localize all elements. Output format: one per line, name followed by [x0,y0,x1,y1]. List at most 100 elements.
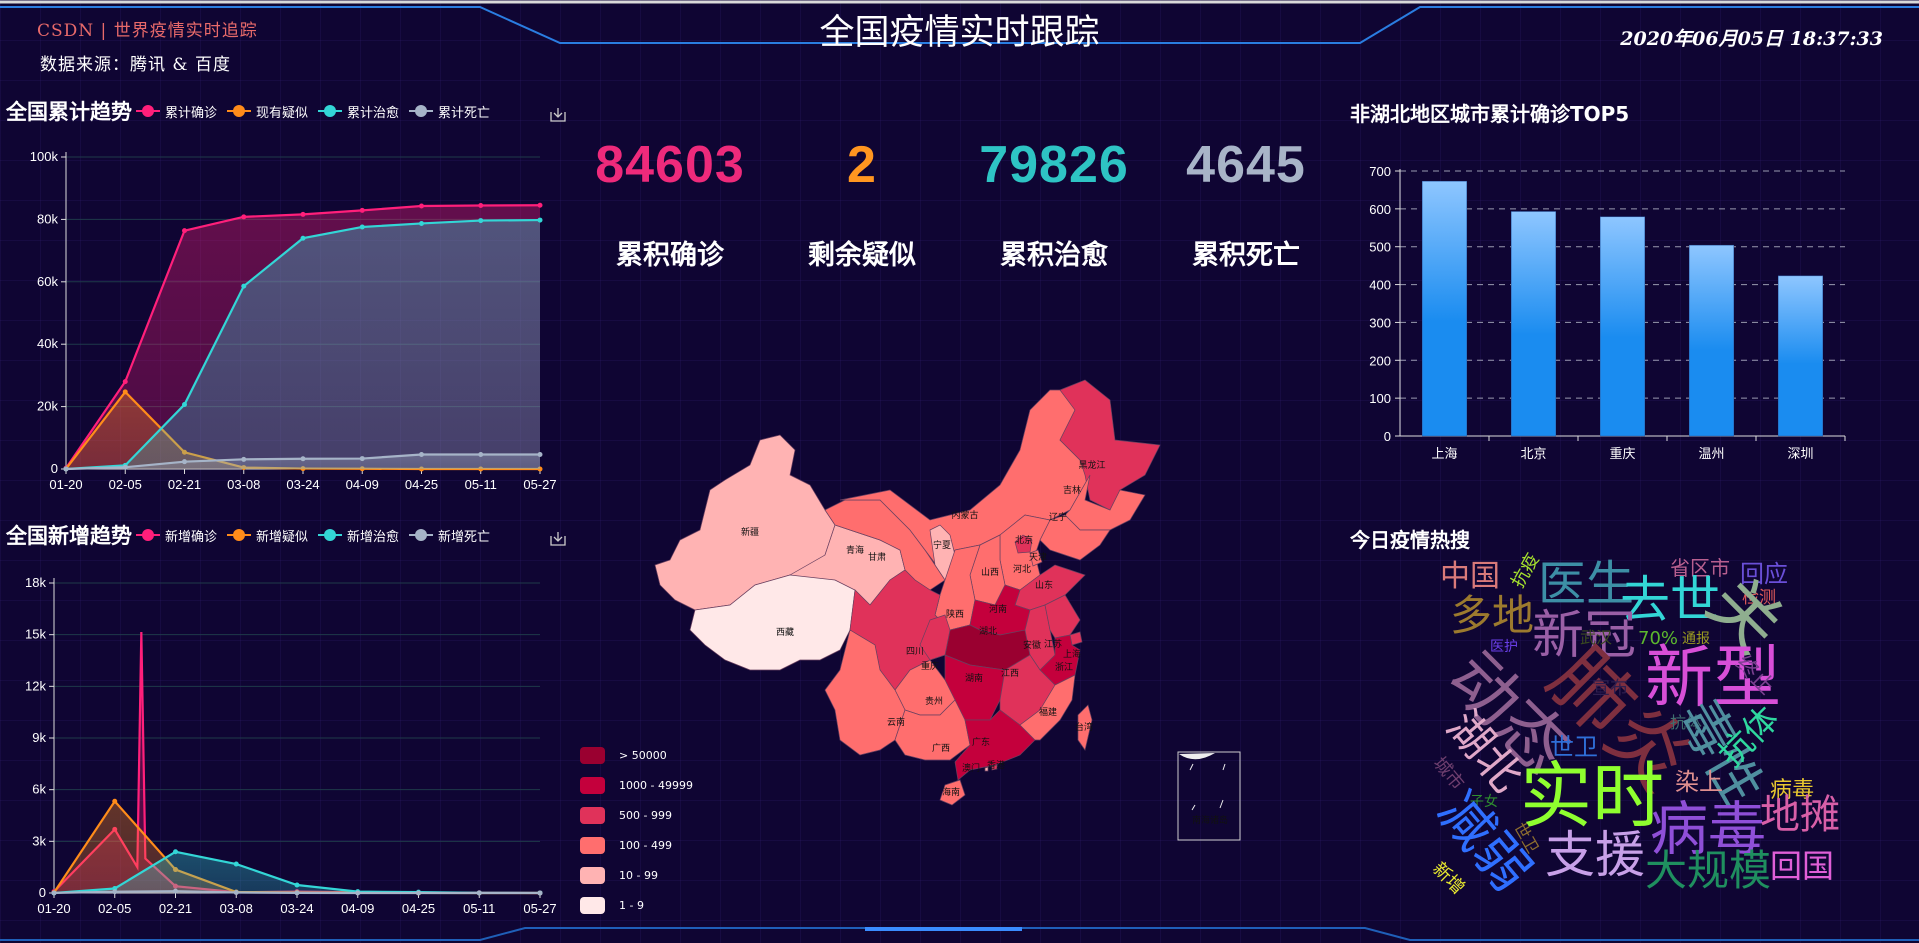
cumulative-panel-title: 全国累计趋势 [6,100,132,124]
legend-item-new-suspect[interactable]: 新增疑似 [227,526,308,545]
data-point[interactable] [122,379,128,385]
data-point[interactable] [300,235,306,241]
legend-item-suspect[interactable]: 现有疑似 [227,102,308,121]
save-as-image-icon[interactable] [550,106,566,122]
legend-range-item[interactable]: 1000 - 49999 [580,770,693,800]
wordcloud-word[interactable]: 多地 [1450,595,1534,637]
y-tick-label: 18k [25,575,46,590]
province-label: 内蒙古 [951,509,978,521]
x-tick-label: 04-09 [346,477,379,492]
x-tick-label: 05-11 [465,477,497,492]
data-point[interactable] [51,890,57,896]
data-point[interactable] [359,207,365,213]
province-label: 台湾 [1075,721,1093,733]
bar[interactable] [1689,244,1734,437]
legend-range-item[interactable]: > 50000 [580,740,693,770]
legend-symbol [318,105,343,117]
wordcloud-word[interactable]: 宣布 [1592,680,1628,698]
province-label: 新疆 [741,526,759,538]
save-as-image-icon[interactable] [550,530,566,546]
data-point[interactable] [537,217,543,223]
province-label: 香港 [987,759,1005,771]
data-point[interactable] [112,889,118,895]
data-point[interactable] [419,220,424,226]
wordcloud-word[interactable]: 回国 [1770,850,1834,882]
stat-value: 84603 [595,136,745,194]
data-point[interactable] [478,452,484,458]
legend-range-label: 1000 - 49999 [619,778,693,792]
x-tick-label: 03-24 [286,477,319,492]
legend-symbol [136,105,160,117]
y-tick-label: 60k [37,274,58,289]
legend-item-dead[interactable]: 累计死亡 [409,102,490,121]
wordcloud-word[interactable]: 实时 [1520,760,1664,832]
legend-item-heal[interactable]: 累计治愈 [318,102,399,121]
data-point[interactable] [355,890,361,896]
legend-item-new-confirm[interactable]: 新增确诊 [136,526,217,545]
legend-item-new-heal[interactable]: 新增治愈 [318,526,399,545]
data-point[interactable] [537,452,543,458]
data-point[interactable] [294,882,300,888]
province-label: 河北 [1013,563,1031,575]
data-point[interactable] [122,464,128,470]
legend-range-item[interactable]: 500 - 999 [580,800,693,830]
data-point[interactable] [416,890,421,896]
data-point[interactable] [478,202,484,208]
data-point[interactable] [300,456,306,462]
wordcloud-word[interactable]: 地摊 [1760,795,1840,835]
data-point[interactable] [419,452,424,458]
bar[interactable] [1600,216,1645,437]
data-point[interactable] [233,890,239,896]
x-tick-label: 温州 [1698,446,1724,461]
province-label: 澳门 [962,762,980,774]
legend-item-confirm[interactable]: 累计确诊 [136,102,217,121]
stat-label: 累积确诊 [616,240,724,271]
bar[interactable] [1511,211,1556,437]
legend-label: 新增死亡 [438,529,491,545]
data-point[interactable] [300,211,306,217]
data-point[interactable] [359,224,365,230]
daily-panel-title: 全国新增趋势 [6,524,132,548]
data-point[interactable] [478,218,484,224]
legend-item-new-dead[interactable]: 新增死亡 [409,526,490,545]
color-swatch [580,746,605,764]
data-point[interactable] [182,402,187,408]
data-point[interactable] [419,203,424,209]
data-point[interactable] [233,861,239,867]
data-point[interactable] [173,849,178,855]
data-point[interactable] [63,466,69,472]
china-map[interactable]: 新疆西藏 青海甘肃 内蒙古 黑龙江吉林辽宁北京天津河北 山西 宁夏陕西 山东河南湖北安徽 江苏… [640,370,1280,870]
data-point[interactable] [241,283,247,289]
data-point[interactable] [294,890,300,896]
data-point[interactable] [241,456,247,462]
wordcloud-word[interactable]: 支援 [1545,830,1645,880]
data-point[interactable] [173,888,178,894]
data-point[interactable] [182,459,187,465]
bar[interactable] [1422,180,1467,437]
stat-healed: 79826 累积治愈 [959,135,1149,272]
province-label: 陕西 [946,608,964,620]
province-label: 广东 [972,736,990,748]
data-point[interactable] [122,389,128,395]
province-label: 湖北 [979,626,997,637]
legend-range-label: 100 - 499 [619,838,672,852]
data-point[interactable] [537,890,543,896]
stats-row: 84603 累积确诊 2 剩余疑似 79826 累积治愈 4645 累积死亡 [575,135,1341,272]
bar[interactable] [1778,275,1823,437]
data-point[interactable] [112,798,118,804]
legend-range-item[interactable]: 1 - 9 [580,890,693,920]
data-point[interactable] [182,228,187,234]
wordcloud-word[interactable]: 中国 [1440,562,1500,592]
legend-range-item[interactable]: 100 - 499 [580,830,693,860]
data-point[interactable] [359,456,365,462]
legend-range-item[interactable]: 10 - 99 [580,860,693,890]
stat-dead: 4645 累积死亡 [1151,135,1341,272]
data-point[interactable] [476,890,482,896]
province-label: 宁夏 [933,539,951,551]
wordcloud-word[interactable]: 大规模 [1645,850,1771,892]
data-point[interactable] [241,214,247,220]
x-tick-label: 01-20 [37,901,70,916]
wordcloud-word[interactable]: 染上 [1675,770,1723,794]
wordcloud-word[interactable]: 新增 [1428,858,1468,898]
data-point[interactable] [537,202,543,208]
